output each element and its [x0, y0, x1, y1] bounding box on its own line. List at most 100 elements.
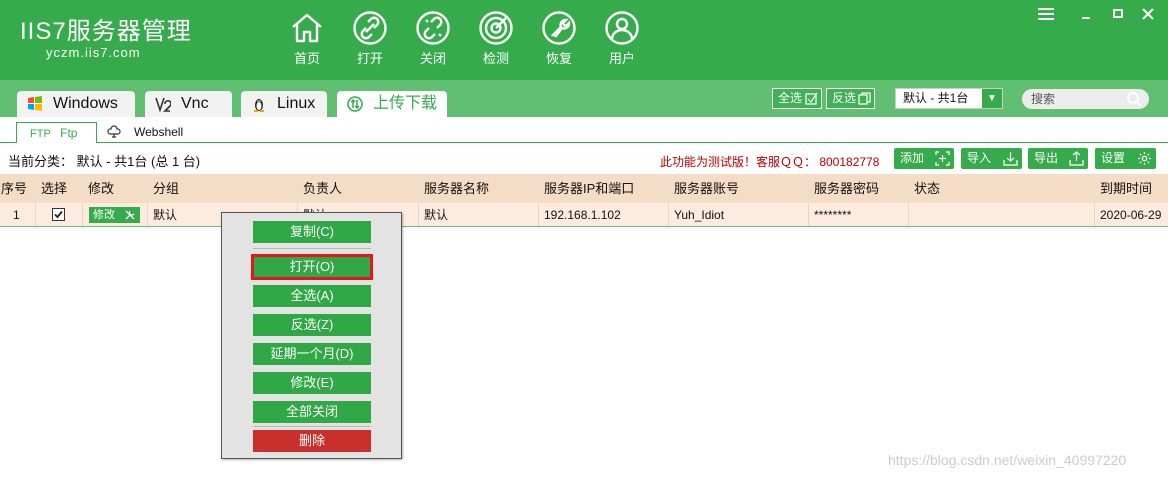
add-button[interactable]: 添加 — [894, 148, 954, 169]
select-all-label: 全选 — [778, 91, 803, 105]
nav-open[interactable]: 打开 — [350, 10, 390, 70]
nav-check-label: 检测 — [482, 51, 509, 66]
group-select-value: 默认 - 共1台 — [903, 91, 969, 105]
menu-item-extend-month[interactable]: 延期一个月(D) — [253, 343, 371, 365]
col-server-name[interactable]: 服务器名称 — [419, 174, 539, 203]
menu-item-delete[interactable]: 删除 — [253, 430, 371, 452]
unlink-icon — [416, 11, 450, 45]
chevron-down-icon: ▼ — [982, 89, 1002, 108]
search-input[interactable] — [1031, 90, 1126, 108]
beta-notice: 此功能为测试版！客服ＱＱ： 800182778 — [660, 155, 880, 169]
nav-restore[interactable]: 恢复 — [539, 10, 579, 70]
tab-transfer-label: 上传下载 — [373, 95, 438, 112]
nav-close[interactable]: 关闭 — [413, 10, 453, 70]
col-expiry[interactable]: 到期时间 — [1095, 174, 1168, 203]
nav-home[interactable]: 首页 — [287, 10, 327, 70]
search-icon[interactable] — [1126, 91, 1142, 107]
window-close-button[interactable] — [1137, 4, 1159, 24]
radar-icon — [479, 11, 513, 45]
menu-separator — [253, 248, 371, 249]
group-select[interactable]: 默认 - 共1台 ▼ — [895, 88, 1003, 109]
tab-vnc[interactable]: Vnc — [145, 91, 232, 117]
row-index: 1 — [0, 203, 36, 226]
nav-user[interactable]: 用户 — [602, 10, 642, 70]
table-row[interactable]: 1 修改 默认 默认 默认 192.168.1.102 Yuh_Idiot **… — [0, 203, 1168, 227]
logo: IIS7服务器管理 yczm.iis7.com — [20, 18, 192, 60]
current-category: 当前分类： 默认 - 共1台 (总 1 台) — [8, 154, 201, 169]
watermark: https://blog.csdn.net/weixin_40997220 — [888, 452, 1127, 468]
cloud-monitor-icon — [107, 125, 121, 138]
row-checkbox[interactable] — [52, 208, 65, 221]
nav-close-label: 关闭 — [419, 51, 446, 66]
gear-icon — [1138, 152, 1151, 165]
nav-home-label: 首页 — [293, 51, 320, 66]
menu-item-copy[interactable]: 复制(C) — [253, 221, 371, 243]
tab-linux-label: Linux — [277, 95, 316, 112]
toolbar: 当前分类： 默认 - 共1台 (总 1 台) 此功能为测试版！客服ＱＱ： 800… — [0, 143, 1168, 174]
subtab-ftp-label: Ftp — [60, 126, 78, 140]
menu-item-open[interactable]: 打开(O) — [251, 254, 373, 280]
check-square-icon — [805, 92, 818, 105]
invert-select-label: 反选 — [832, 91, 857, 105]
menu-item-select-all[interactable]: 全选(A) — [253, 285, 371, 307]
col-account[interactable]: 服务器账号 — [669, 174, 809, 203]
table-header: 序号 选择 修改 分组 负责人 服务器名称 服务器IP和端口 服务器账号 服务器… — [0, 174, 1168, 203]
wrench-icon — [542, 11, 576, 45]
settings-button[interactable]: 设置 — [1095, 148, 1156, 169]
row-edit-button[interactable]: 修改 — [89, 207, 140, 223]
window-minimize-button[interactable] — [1075, 4, 1097, 24]
col-group[interactable]: 分组 — [148, 174, 298, 203]
home-icon — [292, 13, 322, 43]
col-owner[interactable]: 负责人 — [298, 174, 419, 203]
menu-icon — [1038, 8, 1054, 20]
copy-square-icon — [858, 92, 871, 105]
header: IIS7服务器管理 yczm.iis7.com 首页 打开 关闭 检测 恢复 用… — [0, 0, 1168, 80]
export-button[interactable]: 导出 — [1028, 148, 1088, 169]
col-edit[interactable]: 修改 — [83, 174, 148, 203]
linux-icon — [254, 99, 264, 112]
export-button-label: 导出 — [1034, 151, 1059, 165]
menu-item-edit[interactable]: 修改(E) — [253, 372, 371, 394]
import-button-label: 导入 — [967, 151, 992, 165]
tab-windows[interactable]: Windows — [17, 91, 135, 117]
import-button[interactable]: 导入 — [961, 148, 1022, 169]
subtab-ftp[interactable]: FTP Ftp — [16, 122, 97, 144]
row-server-name: 默认 — [419, 203, 539, 226]
menu-item-close-all[interactable]: 全部关闭 — [253, 401, 371, 423]
nav-open-label: 打开 — [356, 51, 383, 66]
add-button-label: 添加 — [900, 151, 925, 165]
upload-icon — [1069, 151, 1084, 166]
menu-item-invert-select[interactable]: 反选(Z) — [253, 314, 371, 336]
sub-tab-bar: FTP Ftp Webshell — [0, 117, 1168, 144]
tab-linux[interactable]: Linux — [241, 91, 327, 117]
col-select[interactable]: 选择 — [36, 174, 83, 203]
window-maximize-button[interactable] — [1107, 4, 1129, 24]
nav-user-label: 用户 — [608, 51, 635, 66]
user-icon — [605, 11, 639, 45]
maximize-icon — [1113, 9, 1123, 18]
search-box — [1022, 89, 1149, 109]
minimize-icon — [1082, 17, 1090, 19]
download-icon — [1003, 152, 1018, 166]
col-index[interactable]: 序号 — [0, 174, 36, 203]
col-password[interactable]: 服务器密码 — [809, 174, 909, 203]
close-icon — [1142, 8, 1154, 20]
tools-icon — [125, 210, 135, 220]
tab-vnc-label: Vnc — [181, 95, 209, 112]
tab-windows-label: Windows — [53, 95, 118, 112]
row-ip-port: 192.168.1.102 — [539, 203, 669, 226]
tab-bar: Windows Vnc Linux 上传下载 全选 反选 默认 - 共1台 ▼ — [0, 80, 1168, 117]
select-all-button[interactable]: 全选 — [772, 88, 822, 109]
tab-transfer[interactable]: 上传下载 — [337, 91, 447, 117]
nav-check[interactable]: 检测 — [476, 10, 516, 70]
vnc-icon — [155, 97, 171, 112]
col-status[interactable]: 状态 — [909, 174, 1095, 203]
window-menu-button[interactable] — [1035, 4, 1057, 24]
invert-select-button[interactable]: 反选 — [826, 88, 875, 109]
row-select-cell — [36, 203, 83, 226]
app-window: IIS7服务器管理 yczm.iis7.com 首页 打开 关闭 检测 恢复 用… — [0, 0, 1168, 479]
row-status — [909, 203, 1095, 226]
checkmark-icon — [54, 210, 63, 219]
link-icon — [353, 11, 387, 45]
col-ip-port[interactable]: 服务器IP和端口 — [539, 174, 669, 203]
